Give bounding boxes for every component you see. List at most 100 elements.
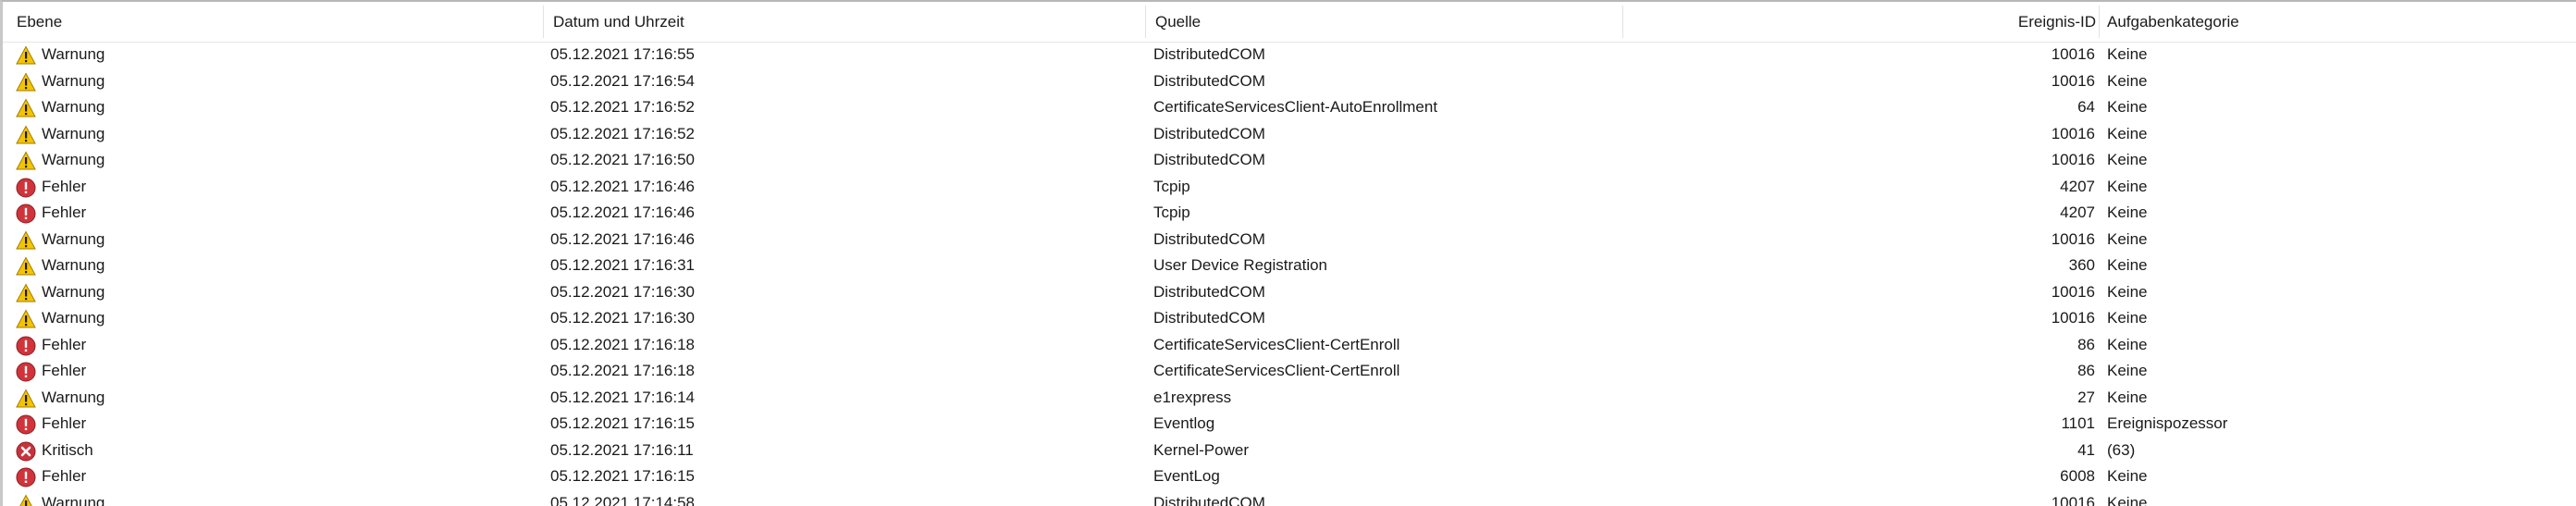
cell-category: (63) [2107, 440, 2136, 459]
table-row[interactable]: Fehler 05.12.2021 17:16:46 Tcpip 4207 Ke… [3, 200, 2576, 227]
event-rows: Warnung 05.12.2021 17:16:55 DistributedC… [3, 42, 2576, 506]
cell-category: Ereignispozessor [2107, 414, 2228, 432]
level-text: Warnung [42, 256, 105, 274]
cell-event-id: 27 [2077, 388, 2095, 406]
cell-level: Warnung [14, 68, 532, 95]
warning-icon [16, 309, 36, 329]
table-row[interactable]: Warnung 05.12.2021 17:16:54 DistributedC… [3, 68, 2576, 95]
cell-category: Keine [2107, 71, 2148, 90]
warning-icon [16, 151, 36, 171]
column-header-category[interactable]: Aufgabenkategorie [2100, 2, 2576, 42]
level-text: Fehler [42, 414, 87, 432]
cell-category: Keine [2107, 124, 2148, 142]
table-row[interactable]: Kritisch 05.12.2021 17:16:11 Kernel-Powe… [3, 438, 2576, 464]
table-row[interactable]: Warnung 05.12.2021 17:16:52 CertificateS… [3, 94, 2576, 121]
cell-event-id: 6008 [2060, 467, 2095, 485]
level-text: Fehler [42, 335, 87, 353]
table-row[interactable]: Warnung 05.12.2021 17:16:50 DistributedC… [3, 147, 2576, 174]
table-row[interactable]: Fehler 05.12.2021 17:16:15 Eventlog 1101… [3, 411, 2576, 438]
level-text: Warnung [42, 151, 105, 168]
cell-level: Fehler [14, 332, 532, 359]
cell-level: Warnung [14, 42, 532, 68]
cell-level: Fehler [14, 200, 532, 227]
table-row[interactable]: Warnung 05.12.2021 17:16:30 DistributedC… [3, 305, 2576, 332]
table-row[interactable]: Warnung 05.12.2021 17:16:14 e1rexpress 2… [3, 385, 2576, 412]
column-header-source[interactable]: Quelle [1146, 2, 1623, 42]
cell-datetime: 05.12.2021 17:16:31 [550, 256, 695, 274]
cell-category: Keine [2107, 493, 2148, 506]
cell-level: Warnung [14, 385, 532, 412]
cell-event-id: 4207 [2060, 204, 2095, 221]
cell-datetime: 05.12.2021 17:16:30 [550, 309, 695, 327]
table-row[interactable]: Warnung 05.12.2021 17:16:55 DistributedC… [3, 42, 2576, 68]
level-text: Warnung [42, 309, 105, 327]
cell-level: Warnung [14, 147, 532, 174]
error-icon [16, 336, 36, 356]
cell-datetime: 05.12.2021 17:16:50 [550, 151, 695, 168]
level-text: Fehler [42, 204, 87, 221]
cell-datetime: 05.12.2021 17:16:11 [550, 440, 694, 459]
cell-category: Keine [2107, 388, 2148, 406]
level-text: Fehler [42, 177, 87, 195]
cell-datetime: 05.12.2021 17:16:46 [550, 177, 695, 195]
cell-event-id: 10016 [2051, 309, 2095, 327]
cell-level: Warnung [14, 227, 532, 253]
cell-event-id: 86 [2077, 335, 2095, 353]
table-row[interactable]: Fehler 05.12.2021 17:16:15 EventLog 6008… [3, 463, 2576, 490]
level-text: Fehler [42, 467, 87, 485]
column-header-row: Ebene Datum und Uhrzeit Quelle Ereignis-… [3, 2, 2576, 43]
cell-level: Fehler [14, 463, 532, 490]
cell-level: Fehler [14, 411, 532, 438]
table-row[interactable]: Warnung 05.12.2021 17:14:58 DistributedC… [3, 490, 2576, 506]
warning-icon [16, 493, 36, 506]
cell-datetime: 05.12.2021 17:16:15 [550, 467, 695, 485]
cell-event-id: 64 [2077, 98, 2095, 116]
cell-category: Keine [2107, 204, 2148, 221]
level-text: Warnung [42, 124, 105, 142]
cell-datetime: 05.12.2021 17:16:18 [550, 335, 695, 353]
warning-icon [16, 388, 36, 409]
cell-event-id: 10016 [2051, 282, 2095, 301]
level-text: Warnung [42, 282, 105, 301]
table-row[interactable]: Fehler 05.12.2021 17:16:46 Tcpip 4207 Ke… [3, 174, 2576, 201]
cell-event-id: 360 [2068, 256, 2095, 274]
level-text: Warnung [42, 71, 105, 90]
cell-datetime: 05.12.2021 17:16:46 [550, 204, 695, 221]
cell-event-id: 10016 [2051, 124, 2095, 142]
event-viewer-list: Ebene Datum und Uhrzeit Quelle Ereignis-… [0, 0, 2576, 506]
cell-event-id: 10016 [2051, 71, 2095, 90]
cell-category: Keine [2107, 282, 2148, 301]
error-icon [16, 362, 36, 382]
cell-datetime: 05.12.2021 17:16:46 [550, 229, 695, 248]
critical-icon [16, 441, 36, 462]
cell-event-id: 10016 [2051, 151, 2095, 168]
column-header-datetime[interactable]: Datum und Uhrzeit [544, 2, 1146, 42]
cell-category: Keine [2107, 256, 2148, 274]
cell-level: Warnung [14, 279, 532, 306]
column-header-event-id[interactable]: Ereignis-ID [1623, 2, 2100, 42]
cell-category: Keine [2107, 309, 2148, 327]
column-header-level[interactable]: Ebene [3, 2, 544, 42]
warning-icon [16, 229, 36, 251]
table-row[interactable]: Warnung 05.12.2021 17:16:30 DistributedC… [3, 279, 2576, 306]
table-row[interactable]: Warnung 05.12.2021 17:16:52 DistributedC… [3, 121, 2576, 148]
cell-category: Keine [2107, 335, 2148, 353]
cell-category: Keine [2107, 467, 2148, 485]
cell-event-id: 10016 [2051, 229, 2095, 248]
level-text: Warnung [42, 388, 105, 406]
error-icon [16, 178, 36, 198]
table-row[interactable]: Warnung 05.12.2021 17:16:31 User Device … [3, 253, 2576, 279]
table-row[interactable]: Warnung 05.12.2021 17:16:46 DistributedC… [3, 227, 2576, 253]
level-text: Warnung [42, 493, 105, 506]
cell-category: Keine [2107, 177, 2148, 195]
cell-datetime: 05.12.2021 17:16:15 [550, 414, 695, 432]
table-row[interactable]: Fehler 05.12.2021 17:16:18 CertificateSe… [3, 358, 2576, 385]
table-row[interactable]: Fehler 05.12.2021 17:16:18 CertificateSe… [3, 332, 2576, 359]
error-icon [16, 467, 36, 487]
cell-datetime: 05.12.2021 17:14:58 [550, 493, 695, 506]
cell-event-id: 4207 [2060, 177, 2095, 195]
error-icon [16, 414, 36, 435]
cell-category: Keine [2107, 151, 2148, 168]
cell-level: Warnung [14, 253, 532, 279]
error-icon [16, 204, 36, 224]
